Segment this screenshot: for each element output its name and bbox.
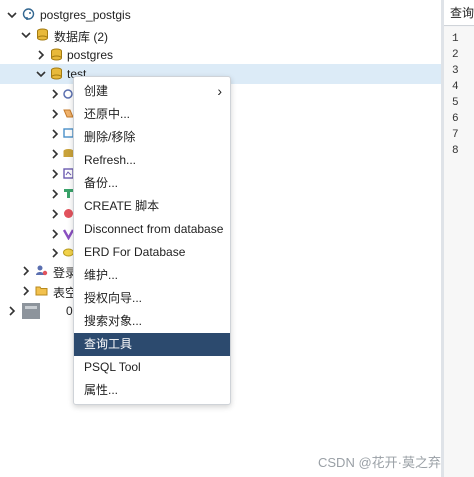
chevron-down-icon[interactable] (36, 69, 46, 79)
menu-item-backup[interactable]: 备份... (74, 172, 230, 195)
chevron-right-icon[interactable] (50, 129, 60, 139)
chevron-right-icon[interactable] (50, 189, 60, 199)
server-icon (22, 303, 40, 319)
line-number: 3 (452, 65, 459, 77)
line-number: 2 (452, 49, 459, 61)
databases-icon (36, 28, 49, 41)
line-number: 4 (452, 81, 459, 93)
chevron-right-icon[interactable] (50, 109, 60, 119)
tree-row-server[interactable]: postgres_postgis (0, 5, 441, 25)
menu-item-query-tool[interactable]: 查询工具 (74, 333, 230, 356)
login-roles-icon (35, 264, 48, 277)
chevron-right-icon[interactable] (50, 248, 60, 258)
chevron-right-icon[interactable] (50, 169, 60, 179)
database-icon (50, 67, 63, 80)
menu-item-label: 创建 (84, 84, 109, 98)
menu-item-properties[interactable]: 属性... (74, 379, 230, 402)
chevron-down-icon[interactable] (21, 30, 31, 40)
menu-item-create[interactable]: 创建 › (74, 80, 230, 103)
tab-query[interactable]: 查询 (444, 0, 474, 26)
server-label: postgres_postgis (40, 8, 131, 22)
menu-item-maintenance[interactable]: 维护... (74, 264, 230, 287)
menu-item-create-script[interactable]: CREATE 脚本 (74, 195, 230, 218)
line-number: 1 (452, 33, 459, 45)
menu-item-refresh[interactable]: Refresh... (74, 149, 230, 172)
menu-item-search-objects[interactable]: 搜索对象... (74, 310, 230, 333)
menu-item-grant-wizard[interactable]: 授权向导... (74, 287, 230, 310)
chevron-right-icon[interactable] (50, 89, 60, 99)
menu-item-disconnect[interactable]: Disconnect from database (74, 218, 230, 241)
chevron-right-icon[interactable] (50, 209, 60, 219)
postgres-elephant-icon (22, 8, 35, 21)
database-icon (50, 48, 63, 61)
db-postgres-label: postgres (67, 48, 114, 62)
chevron-right-icon[interactable] (21, 286, 31, 296)
chevron-right-icon[interactable] (7, 306, 17, 316)
chevron-down-icon[interactable] (7, 10, 17, 20)
line-gutter (444, 27, 474, 477)
chevron-right-icon[interactable] (36, 50, 46, 60)
chevron-right-icon[interactable] (50, 149, 60, 159)
tree-row-databases[interactable]: 数据库 (2) (0, 25, 441, 45)
watermark-text: CSDN @花开·莫之弃 (318, 455, 441, 470)
line-number: 7 (452, 129, 459, 141)
menu-item-psql-tool[interactable]: PSQL Tool (74, 356, 230, 379)
menu-item-delete[interactable]: 删除/移除 (74, 126, 230, 149)
line-number: 5 (452, 97, 459, 109)
menu-item-erd[interactable]: ERD For Database (74, 241, 230, 264)
menu-item-restore[interactable]: 还原中... (74, 103, 230, 126)
tree-row-db-postgres[interactable]: postgres (0, 45, 441, 65)
chevron-right-icon: › (217, 83, 222, 99)
chevron-right-icon[interactable] (21, 266, 31, 276)
chevron-right-icon[interactable] (50, 229, 60, 239)
line-number: 6 (452, 113, 459, 125)
databases-group-label: 数据库 (2) (54, 30, 109, 44)
context-menu: 创建 › 还原中... 删除/移除 Refresh... 备份... CREAT… (73, 76, 231, 405)
line-number: 8 (452, 145, 459, 157)
tablespaces-icon (35, 284, 48, 297)
